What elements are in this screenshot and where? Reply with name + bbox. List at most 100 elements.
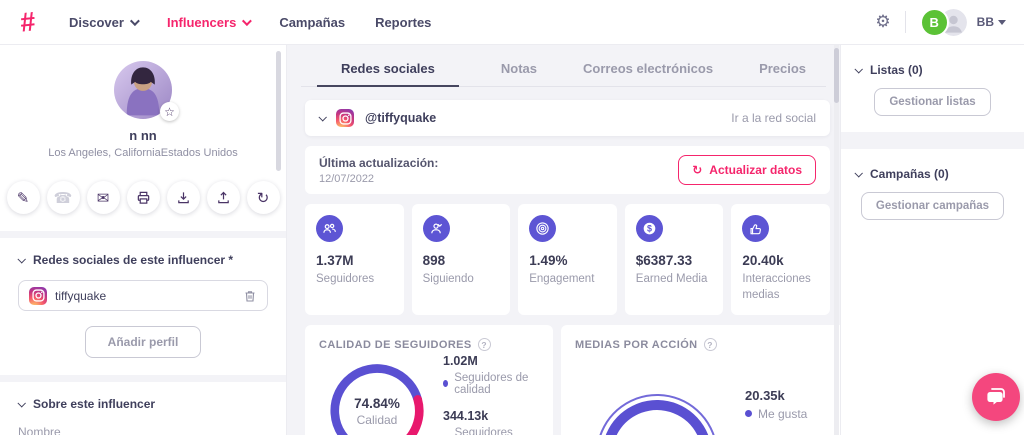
- chevron-down-icon: [17, 399, 25, 407]
- phone-button[interactable]: ☎: [47, 181, 80, 214]
- user-avatars[interactable]: B: [920, 8, 967, 37]
- lists-section-header[interactable]: Listas (0): [855, 63, 1010, 77]
- handle-value: tiffyquake: [55, 289, 235, 303]
- profile-photo-wrap: ☆: [114, 61, 172, 119]
- last-update-date: 12/07/2022: [319, 173, 438, 185]
- tab-notas[interactable]: Notas: [497, 53, 541, 86]
- divider: [0, 375, 286, 382]
- stat-value: 20.40k: [742, 253, 819, 268]
- media-per-action-card: MEDIAS POR ACCIÓN ? 20353.92 Me gusta: [561, 325, 855, 435]
- edit-button[interactable]: ✎: [7, 181, 40, 214]
- nav-item-campanas[interactable]: Campañas: [279, 15, 345, 30]
- share-button[interactable]: [207, 181, 240, 214]
- about-section-header[interactable]: Sobre este influencer: [0, 382, 286, 411]
- media-donut-chart: 20353.92 Me gusta: [587, 383, 727, 435]
- social-networks-section-header[interactable]: Redes sociales de este influencer *: [0, 238, 286, 267]
- profile-actions: ✎ ☎ ✉ ↻: [0, 181, 286, 214]
- navbar-right: ⚙ B BB: [875, 8, 1006, 37]
- nav-item-reportes[interactable]: Reportes: [375, 15, 431, 30]
- stat-value: $6387.33: [636, 253, 713, 268]
- divider: [841, 132, 1024, 149]
- favorite-star-icon[interactable]: ☆: [160, 102, 179, 121]
- last-update-bar: Última actualización: 12/07/2022 ↻ Actua…: [305, 146, 830, 194]
- last-update-label: Última actualización:: [319, 156, 438, 170]
- social-handle-input[interactable]: tiffyquake: [18, 280, 268, 311]
- legend-item: 1.02M Seguidores de calidad: [443, 354, 539, 396]
- instagram-icon: [29, 287, 47, 305]
- stats-row: 1.37M Seguidores 898 Siguiendo 1.49% Eng…: [305, 204, 830, 315]
- stat-label: Engagement: [529, 272, 606, 288]
- instagram-icon: [336, 109, 354, 127]
- social-account-bar: @tiffyquake Ir a la red social: [305, 100, 830, 136]
- delete-handle-button[interactable]: [243, 289, 257, 303]
- stat-label: Interacciones medias: [742, 272, 819, 303]
- caret-down-icon: [998, 20, 1006, 25]
- main-content: Redes sociales Notas Correos electrónico…: [287, 45, 840, 435]
- stat-value: 1.37M: [316, 253, 393, 268]
- help-icon[interactable]: ?: [478, 338, 491, 351]
- stat-label: Earned Media: [636, 272, 713, 288]
- follower-quality-card: CALIDAD DE SEGUIDORES ? 74.84% Calidad: [305, 325, 553, 435]
- legend-dot: [443, 380, 448, 387]
- chat-bubble-icon: [984, 385, 1008, 409]
- gear-icon[interactable]: ⚙: [875, 12, 890, 32]
- tab-correos[interactable]: Correos electrónicos: [579, 53, 717, 86]
- chevron-down-icon: [242, 16, 252, 26]
- first-name-label: Nombre: [0, 425, 286, 435]
- refresh-icon: ↻: [692, 163, 702, 177]
- download-button[interactable]: [167, 181, 200, 214]
- chat-widget-button[interactable]: [972, 373, 1020, 421]
- manage-lists-button[interactable]: Gestionar listas: [874, 88, 990, 116]
- sidebar-scrollbar[interactable]: [276, 51, 281, 171]
- divider: [0, 231, 286, 238]
- gauge-center-label: Calidad: [357, 413, 398, 427]
- stat-card-engagement: 1.49% Engagement: [518, 204, 617, 315]
- campaigns-section-header[interactable]: Campañas (0): [855, 167, 1010, 181]
- update-data-button[interactable]: ↻ Actualizar datos: [678, 155, 816, 185]
- add-profile-button[interactable]: Añadir perfil: [85, 326, 202, 358]
- following-icon: [423, 215, 450, 242]
- tab-redes-sociales[interactable]: Redes sociales: [317, 53, 459, 86]
- divider: [905, 11, 906, 33]
- chevron-down-icon: [854, 65, 862, 73]
- interactions-hand-icon: [742, 215, 769, 242]
- legend-dot: [745, 410, 752, 417]
- printer-icon: [136, 190, 151, 205]
- nav-item-influencers[interactable]: Influencers: [167, 15, 249, 30]
- chevron-down-icon: [130, 16, 140, 26]
- followers-icon: [316, 215, 343, 242]
- chevron-down-icon: [854, 169, 862, 177]
- legend-item: 344.13k Seguidores dudosos: [443, 409, 539, 435]
- card-title: MEDIAS POR ACCIÓN: [575, 339, 698, 351]
- user-menu[interactable]: BB: [977, 15, 1006, 29]
- main-scrollbar-thumb[interactable]: [834, 48, 839, 103]
- stat-value: 1.49%: [529, 253, 606, 268]
- card-title: CALIDAD DE SEGUIDORES: [319, 339, 472, 351]
- legend-item: 20.35k Me gusta: [745, 388, 841, 421]
- go-to-network-link[interactable]: Ir a la red social: [731, 111, 816, 125]
- download-icon: [176, 190, 191, 205]
- quality-legend: 1.02M Seguidores de calidad 344.13k Segu…: [443, 351, 539, 435]
- avatar[interactable]: B: [920, 8, 949, 37]
- stat-label: Seguidores: [316, 272, 393, 288]
- chevron-down-icon[interactable]: [318, 113, 326, 121]
- tab-precios[interactable]: Precios: [755, 53, 810, 86]
- help-icon[interactable]: ?: [704, 338, 717, 351]
- stat-label: Siguiendo: [423, 272, 500, 288]
- nav-item-discover[interactable]: Discover: [69, 15, 137, 30]
- influencer-panel: ☆ n nn Los Angeles, CaliforniaEstados Un…: [0, 45, 287, 435]
- gauge-center-value: 74.84%: [354, 396, 400, 411]
- stat-value: 898: [423, 253, 500, 268]
- stat-card-siguiendo: 898 Siguiendo: [412, 204, 511, 315]
- email-button[interactable]: ✉: [87, 181, 120, 214]
- quality-gauge-chart: 74.84% Calidad: [319, 357, 435, 435]
- main-nav: Discover Influencers Campañas Reportes: [69, 15, 431, 30]
- engagement-target-icon: [529, 215, 556, 242]
- print-button[interactable]: [127, 181, 160, 214]
- manage-campaigns-button[interactable]: Gestionar campañas: [861, 192, 1004, 220]
- brand-logo[interactable]: #: [18, 6, 36, 38]
- svg-text:$: $: [647, 224, 652, 234]
- refresh-button[interactable]: ↻: [247, 181, 280, 214]
- top-navbar: # Discover Influencers Campañas Reportes…: [0, 0, 1024, 45]
- main-scrollbar-track: [834, 45, 839, 435]
